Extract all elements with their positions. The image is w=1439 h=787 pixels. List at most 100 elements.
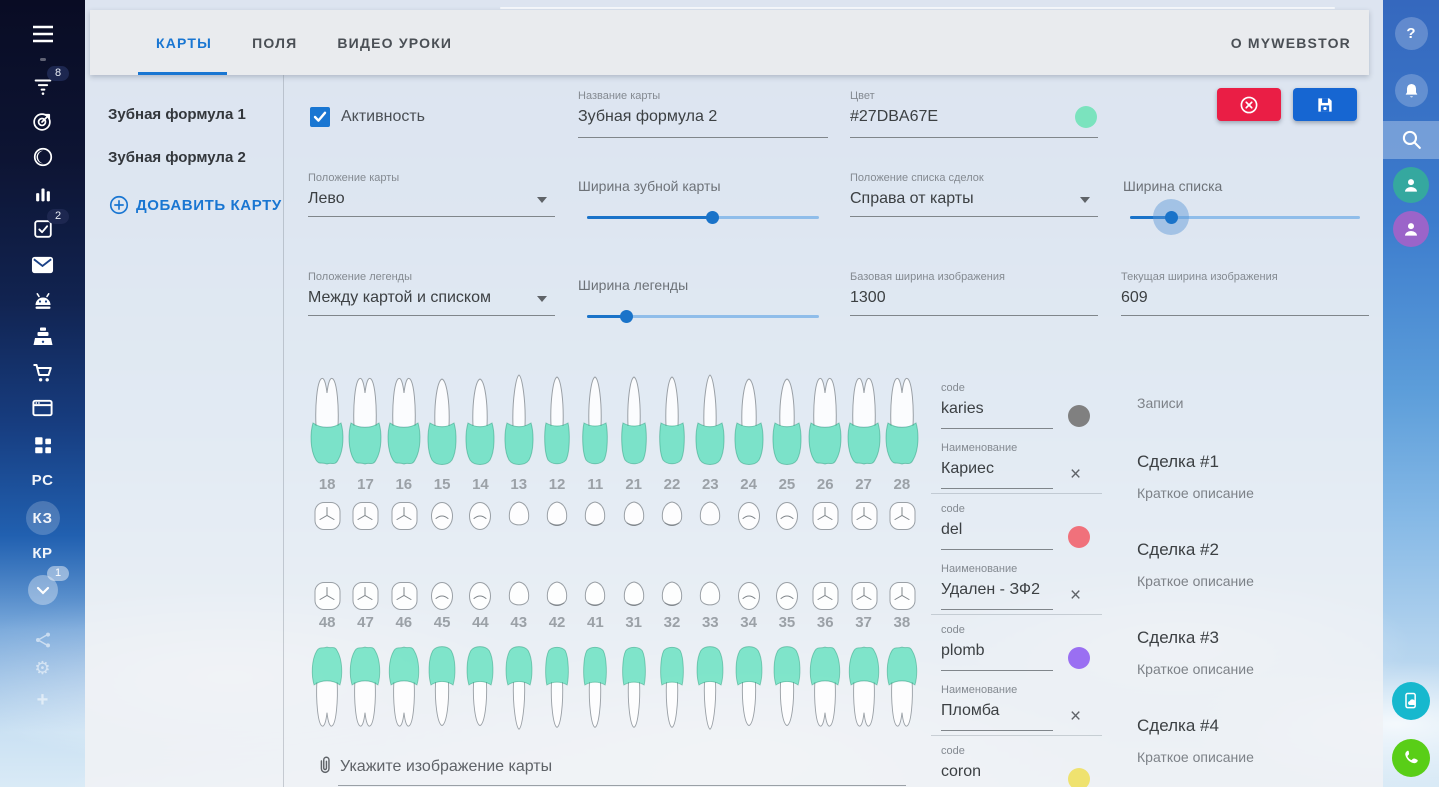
tooth-13[interactable] (500, 372, 538, 476)
record-item-title[interactable]: Сделка #3 (1137, 628, 1219, 648)
menu-icon[interactable] (0, 24, 85, 44)
color-input[interactable]: #27DBA67E (850, 108, 938, 126)
tooth-25[interactable] (768, 372, 806, 476)
rail-item-kz[interactable]: КЗ (0, 501, 85, 535)
legend-position-select[interactable]: Между картой и списком (308, 289, 491, 307)
tooth-occlusal-22[interactable] (653, 498, 691, 534)
tooth-28[interactable] (883, 372, 921, 476)
apps-grid-icon[interactable] (0, 434, 85, 456)
legend-name-input[interactable]: Пломба (941, 702, 999, 720)
tooth-48[interactable] (308, 636, 346, 732)
legend-code-input[interactable]: karies (941, 400, 984, 418)
tooth-43[interactable] (500, 636, 538, 732)
slider-thumb[interactable] (1165, 211, 1178, 224)
card-list-item[interactable]: Зубная формула 2 (108, 149, 246, 166)
list-width-slider[interactable] (1130, 207, 1360, 227)
chart-width-slider[interactable] (587, 207, 819, 227)
help-icon[interactable]: ? (1383, 17, 1439, 50)
gear-icon[interactable]: ⚙ (0, 658, 85, 679)
tooth-24[interactable] (729, 372, 767, 476)
tooth-47[interactable] (346, 636, 384, 732)
record-item-title[interactable]: Сделка #4 (1137, 716, 1219, 736)
legend-code-input[interactable]: del (941, 521, 962, 539)
tooth-occlusal-11[interactable] (576, 498, 614, 534)
browser-icon[interactable] (0, 398, 85, 418)
tooth-21[interactable] (615, 372, 653, 476)
tooth-46[interactable] (385, 636, 423, 732)
tooth-occlusal-26[interactable] (806, 498, 844, 534)
tooth-27[interactable] (844, 372, 882, 476)
bar-chart-icon[interactable] (0, 183, 85, 205)
legend-color-dot[interactable] (1068, 647, 1090, 669)
deals-position-select[interactable]: Справа от карты (850, 190, 974, 208)
legend-remove-icon[interactable]: × (1070, 708, 1081, 726)
color-swatch[interactable] (1075, 106, 1097, 128)
tooth-occlusal-24[interactable] (729, 498, 767, 534)
tooth-occlusal-37[interactable] (844, 578, 882, 614)
robot-icon[interactable] (0, 290, 85, 312)
tooth-14[interactable] (461, 372, 499, 476)
tab-1[interactable]: КАРТЫ (136, 35, 232, 51)
legend-code-input[interactable]: coron (941, 763, 981, 781)
tooth-occlusal-34[interactable] (729, 578, 767, 614)
tooth-occlusal-46[interactable] (385, 578, 423, 614)
tooth-occlusal-31[interactable] (615, 578, 653, 614)
legend-color-dot[interactable] (1068, 768, 1090, 787)
tooth-occlusal-21[interactable] (615, 498, 653, 534)
tooth-occlusal-45[interactable] (423, 578, 461, 614)
attach-image-field[interactable]: Укажите изображение карты (316, 750, 906, 786)
tooth-occlusal-36[interactable] (806, 578, 844, 614)
tooth-12[interactable] (538, 372, 576, 476)
legend-remove-icon[interactable]: × (1070, 587, 1081, 605)
save-button[interactable] (1293, 88, 1357, 121)
tooth-18[interactable] (308, 372, 346, 476)
user-avatar-teal[interactable] (1383, 167, 1439, 203)
delete-button[interactable] (1217, 88, 1281, 121)
chevron-down-icon[interactable] (537, 197, 547, 203)
tooth-occlusal-41[interactable] (576, 578, 614, 614)
legend-name-input[interactable]: Удален - ЗФ2 (941, 581, 1040, 599)
bell-icon[interactable] (1383, 74, 1439, 107)
tooth-occlusal-43[interactable] (500, 578, 538, 614)
tooth-11[interactable] (576, 372, 614, 476)
slider-thumb[interactable] (620, 310, 633, 323)
tab-about[interactable]: О MYWEBSTOR (1231, 10, 1351, 75)
tooth-44[interactable] (461, 636, 499, 732)
chevron-down-icon[interactable] (1080, 197, 1090, 203)
legend-color-dot[interactable] (1068, 405, 1090, 427)
tab-2[interactable]: ПОЛЯ (232, 35, 317, 51)
legend-remove-icon[interactable]: × (1070, 466, 1081, 484)
tasks-icon[interactable]: 2 (0, 218, 85, 240)
rail-item-kr[interactable]: КР (0, 545, 85, 562)
tooth-occlusal-12[interactable] (538, 498, 576, 534)
record-item-title[interactable]: Сделка #1 (1137, 452, 1219, 472)
tooth-occlusal-33[interactable] (691, 578, 729, 614)
tooth-22[interactable] (653, 372, 691, 476)
plus-icon[interactable]: + (0, 690, 85, 710)
clock-icon[interactable] (0, 146, 85, 168)
tooth-occlusal-13[interactable] (500, 498, 538, 534)
tooth-15[interactable] (423, 372, 461, 476)
tooth-37[interactable] (844, 636, 882, 732)
legend-code-input[interactable]: plomb (941, 642, 985, 660)
tooth-occlusal-18[interactable] (308, 498, 346, 534)
tooth-occlusal-15[interactable] (423, 498, 461, 534)
tooth-occlusal-42[interactable] (538, 578, 576, 614)
cash-register-icon[interactable] (0, 326, 85, 348)
tab-3[interactable]: ВИДЕО УРОКИ (317, 35, 472, 51)
tooth-17[interactable] (346, 372, 384, 476)
tooth-occlusal-23[interactable] (691, 498, 729, 534)
tooth-occlusal-27[interactable] (844, 498, 882, 534)
tooth-42[interactable] (538, 636, 576, 732)
tooth-occlusal-25[interactable] (768, 498, 806, 534)
tooth-occlusal-47[interactable] (346, 578, 384, 614)
legend-color-dot[interactable] (1068, 526, 1090, 548)
cart-icon[interactable] (0, 362, 85, 384)
tooth-occlusal-16[interactable] (385, 498, 423, 534)
tooth-16[interactable] (385, 372, 423, 476)
legend-width-slider[interactable] (587, 306, 819, 326)
tooth-occlusal-28[interactable] (883, 498, 921, 534)
tooth-occlusal-14[interactable] (461, 498, 499, 534)
base-width-input[interactable]: 1300 (850, 289, 886, 307)
expand-more-icon[interactable]: 1 (0, 575, 85, 605)
